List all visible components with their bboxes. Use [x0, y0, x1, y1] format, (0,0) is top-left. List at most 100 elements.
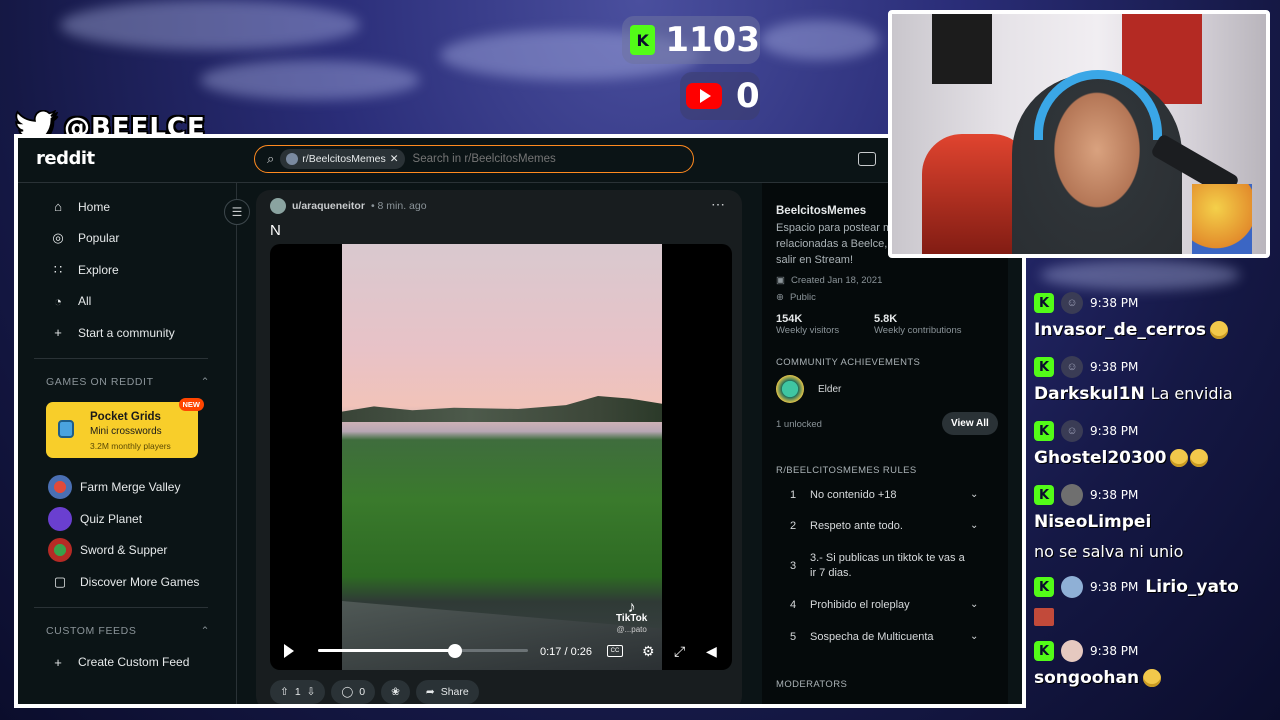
divider — [34, 357, 208, 359]
sidebar-item-popular[interactable]: ◎ Popular — [18, 223, 224, 255]
sidebar-item-label: Discover More Games — [80, 574, 200, 589]
weekly-contributions: 5.8K Weekly contributions — [874, 313, 961, 336]
custom-feeds-header[interactable]: CUSTOM FEEDS ⌃ — [18, 617, 224, 647]
globe-icon: ⊕ — [776, 292, 784, 303]
reddit-logo[interactable]: reddit — [36, 148, 95, 169]
rule-item[interactable]: 3 3.- Si publicas un tiktok te vas a ir 7… — [776, 551, 990, 581]
upvote-icon[interactable]: ⇧ — [280, 686, 289, 698]
pocket-grids-promo[interactable]: Pocket Grids Mini crosswords 3.2M monthl… — [46, 397, 204, 458]
reddit-topbar: reddit ⌕ r/BeelcitosMemes ✕ — [18, 138, 1022, 183]
award-button[interactable]: ❀ — [381, 680, 410, 704]
rule-item[interactable]: 2 Respeto ante todo. ⌄ — [776, 520, 990, 532]
rule-item[interactable]: 1 No contenido +18 ⌄ — [776, 489, 990, 501]
game-quiz-planet[interactable]: Quiz Planet — [18, 503, 224, 535]
discover-more-games[interactable]: ▢ Discover More Games — [18, 566, 224, 598]
webcam-feed — [888, 10, 1270, 258]
game-farm-merge-valley[interactable]: Farm Merge Valley — [18, 472, 224, 504]
close-icon[interactable]: ✕ — [390, 153, 399, 165]
user-avatar-icon: ☺ — [1061, 292, 1083, 314]
volume-icon[interactable]: ◀ — [706, 643, 717, 660]
cloud — [760, 20, 880, 60]
community-visibility: ⊕ Public — [776, 292, 816, 303]
sidebar-item-all[interactable]: ◔ All — [18, 286, 224, 318]
comments-button[interactable]: ◯ 0 — [331, 680, 376, 704]
video-scrubber[interactable] — [447, 644, 462, 658]
emote-icon — [1190, 449, 1209, 467]
view-all-button[interactable]: View All — [942, 412, 998, 435]
cloud — [200, 60, 420, 100]
popular-icon: ◎ — [52, 230, 64, 246]
section-title: GAMES ON REDDIT — [46, 375, 154, 388]
chat-username: Darkskul1N — [1034, 384, 1145, 404]
rule-number: 5 — [789, 631, 797, 643]
share-icon: ➦ — [425, 686, 435, 698]
video-player[interactable]: ♪ TikTok @...pato 0:17 / 0:26 CC ⚙ ⤢ ◀ — [270, 244, 732, 670]
rule-item[interactable]: 4 Prohibido el roleplay ⌄ — [776, 599, 990, 611]
cake-icon: ▣ — [776, 275, 785, 286]
post-author[interactable]: u/araqueneitor — [292, 200, 365, 212]
play-icon[interactable] — [284, 644, 294, 658]
moderators-heading: MODERATORS — [776, 679, 848, 690]
chat-text: no se salva ni unio — [1034, 542, 1184, 561]
cloud — [1040, 260, 1240, 290]
settings-gear-icon[interactable]: ⚙ — [642, 643, 655, 660]
divider — [34, 606, 208, 608]
vote-count: 1 — [294, 686, 301, 698]
user-avatar-icon: ☺ — [1061, 420, 1083, 442]
rule-item[interactable]: 5 Sospecha de Multicuenta ⌄ — [776, 631, 990, 643]
sidebar-item-label: Start a community — [78, 325, 175, 340]
sidebar-item-explore[interactable]: ∷ Explore — [18, 254, 224, 286]
video-progress-track[interactable] — [318, 649, 528, 652]
chevron-up-icon[interactable]: ⌃ — [201, 625, 210, 647]
vote-pill: ⇧ 1 ⇩ — [270, 680, 326, 704]
video-progress-fill — [318, 649, 455, 652]
rule-number: 4 — [789, 599, 797, 611]
subreddit-search-chip[interactable]: r/BeelcitosMemes ✕ — [280, 149, 405, 169]
games-section-header[interactable]: GAMES ON REDDIT ⌃ — [18, 368, 224, 398]
post-title[interactable]: N — [270, 222, 281, 239]
all-icon: ◔ — [54, 293, 62, 309]
weekly-contributions-label: Weekly contributions — [874, 325, 962, 336]
visibility-text: Public — [789, 292, 816, 303]
captions-icon[interactable]: CC — [607, 645, 623, 657]
promo-players: 3.2M monthly players — [90, 440, 171, 451]
share-label: Share — [440, 686, 469, 698]
kick-badge-icon: K — [1034, 577, 1054, 597]
weekly-visitors: 154K Weekly visitors — [776, 313, 839, 336]
kick-badge-icon: K — [1034, 485, 1054, 505]
rule-text: Prohibido el roleplay — [810, 599, 910, 611]
fullscreen-icon[interactable]: ⤢ — [674, 643, 685, 660]
chat-username: Invasor_de_cerros — [1034, 320, 1207, 340]
chevron-up-icon[interactable]: ⌃ — [201, 376, 210, 398]
sidebar-divider — [236, 183, 237, 704]
search-input[interactable] — [410, 152, 655, 166]
promo-subtitle: Mini crosswords — [90, 425, 162, 437]
achievements-heading: COMMUNITY ACHIEVEMENTS — [776, 357, 921, 368]
rule-number: 1 — [789, 489, 797, 501]
game-sword-supper[interactable]: Sword & Supper — [18, 535, 224, 567]
downvote-icon[interactable]: ⇩ — [307, 686, 316, 698]
create-custom-feed[interactable]: + Create Custom Feed — [18, 647, 224, 679]
collapse-sidebar-button[interactable]: ☰ — [224, 199, 250, 225]
new-badge: NEW — [178, 397, 204, 411]
share-button[interactable]: ➦ Share — [415, 680, 479, 704]
chat-username: Lirio_yato — [1145, 577, 1239, 597]
more-options-icon[interactable]: ⋯ — [711, 196, 726, 213]
game-avatar — [48, 475, 72, 500]
achievement-elder: Elder — [776, 375, 841, 403]
sidebar-item-home[interactable]: ⌂ Home — [18, 191, 224, 223]
reddit-window: reddit ⌕ r/BeelcitosMemes ✕ ⌂ Home ◎ Popul… — [14, 134, 1026, 708]
webcam-shelf — [932, 14, 992, 84]
user-avatar[interactable] — [270, 198, 286, 214]
kick-badge-icon: K — [1034, 421, 1054, 441]
chat-username: NiseoLimpei — [1034, 512, 1152, 532]
emote-icon — [1034, 608, 1054, 626]
chat-time: 9:38 PM — [1090, 580, 1139, 594]
advertise-icon[interactable] — [858, 152, 876, 166]
youtube-viewer-counter: 0 — [680, 72, 760, 120]
community-name: BeelcitosMemes — [776, 205, 867, 217]
sidebar-item-start-community[interactable]: + Start a community — [18, 317, 224, 349]
user-avatar-icon — [1061, 640, 1083, 662]
post-card: u/araqueneitor • 8 min. ago ⋯ N ♪ TikTok… — [256, 190, 742, 704]
search-bar[interactable]: ⌕ r/BeelcitosMemes ✕ — [254, 145, 694, 173]
